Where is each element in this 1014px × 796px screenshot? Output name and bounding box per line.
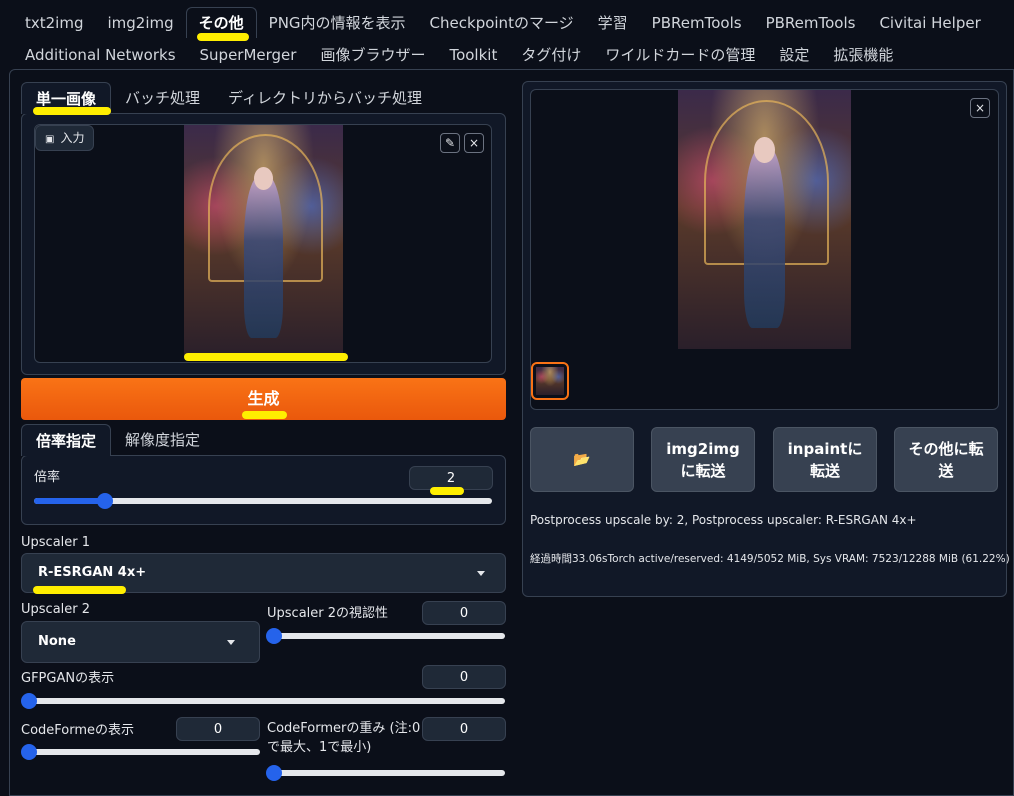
upscaler2-visibility-thumb[interactable]	[266, 628, 282, 644]
tab-png-info[interactable]: PNG内の情報を表示	[257, 8, 418, 38]
tab-civitai-helper[interactable]: Civitai Helper	[867, 8, 992, 38]
input-label: ▣ 入力	[35, 125, 95, 151]
input-label-text: 入力	[60, 131, 85, 145]
open-folder-button[interactable]: 📂	[530, 427, 634, 492]
chevron-down-icon	[477, 571, 485, 576]
edit-icon[interactable]: ✎	[440, 133, 460, 153]
image-icon: ▣	[45, 134, 55, 145]
image-figure	[244, 176, 283, 339]
tab-supermerger[interactable]: SuperMerger	[188, 40, 309, 70]
folder-icon: 📂	[573, 451, 591, 468]
generate-button[interactable]: 生成	[21, 378, 506, 420]
tab-toolkit[interactable]: Toolkit	[437, 40, 509, 70]
upscaler2-visibility-input[interactable]: 0	[422, 601, 506, 625]
upscaler2-label: Upscaler 2	[21, 602, 91, 617]
tab-scale-by[interactable]: 倍率指定	[21, 424, 112, 456]
tab-pbremtools-1[interactable]: PBRemTools	[640, 8, 754, 38]
scale-slider-fill	[34, 498, 105, 504]
tab-image-browser[interactable]: 画像ブラウザー	[308, 40, 437, 70]
tab-extensions[interactable]: 拡張機能	[821, 40, 905, 70]
codeformer-weight-input[interactable]: 0	[422, 717, 506, 741]
chevron-down-icon	[227, 640, 235, 645]
scale-slider-thumb[interactable]	[97, 493, 113, 509]
upscaler2-visibility-label: Upscaler 2の視認性	[267, 606, 389, 621]
codeformer-visibility-input[interactable]: 0	[176, 717, 260, 741]
source-tabs: 単一画像 バッチ処理 ディレクトリからバッチ処理	[21, 82, 436, 114]
tab-scale-to[interactable]: 解像度指定	[111, 424, 214, 456]
tab-additional-networks[interactable]: Additional Networks	[13, 40, 188, 70]
thumbnail-image	[536, 367, 564, 395]
tab-tagger[interactable]: タグ付け	[509, 40, 593, 70]
codeformer-weight-thumb[interactable]	[266, 765, 282, 781]
tab-batch-process[interactable]: バッチ処理	[111, 82, 214, 114]
tab-checkpoint-merger[interactable]: Checkpointのマージ	[418, 8, 586, 38]
input-image	[184, 125, 343, 357]
close-icon[interactable]: ×	[464, 133, 484, 153]
send-to-extras-button[interactable]: その他に転 送	[894, 427, 998, 492]
tab-txt2img[interactable]: txt2img	[13, 8, 95, 38]
generate-label: 生成	[247, 389, 280, 408]
scale-slider[interactable]	[34, 493, 492, 509]
upscaler2-visibility-slider[interactable]	[266, 628, 505, 644]
tab-single-image[interactable]: 単一画像	[21, 82, 112, 114]
upscaler2-value: None	[38, 634, 76, 649]
gfpgan-slider[interactable]	[21, 693, 505, 709]
thumbnail-selected[interactable]	[531, 362, 569, 400]
codeformer-visibility-thumb[interactable]	[21, 744, 37, 760]
upscaler1-dropdown[interactable]: R-ESRGAN 4x+	[21, 553, 506, 593]
codeformer-visibility-label: CodeFormeの表示	[21, 723, 135, 738]
output-image-head	[754, 136, 775, 163]
codeformer-weight-slider[interactable]	[266, 765, 505, 781]
gfpgan-label: GFPGANの表示	[21, 671, 115, 686]
timing-info: 経過時間33.06sTorch active/reserved: 4149/50…	[530, 553, 1010, 565]
tab-batch-from-directory[interactable]: ディレクトリからバッチ処理	[214, 82, 436, 114]
upscaler1-label: Upscaler 1	[21, 535, 91, 550]
output-image-figure	[743, 146, 786, 329]
send-to-inpaint-button[interactable]: inpaintに 転送	[773, 427, 877, 492]
scale-label: 倍率	[34, 470, 61, 485]
tab-img2img[interactable]: img2img	[95, 8, 185, 38]
tab-wildcards[interactable]: ワイルドカードの管理	[593, 40, 767, 70]
main-tabs-row2: Additional Networks SuperMerger 画像ブラウザー …	[13, 40, 905, 70]
tab-train[interactable]: 学習	[586, 8, 640, 38]
generation-info: Postprocess upscale by: 2, Postprocess u…	[530, 513, 917, 527]
main-tabs-row1: txt2img img2img その他 PNG内の情報を表示 Checkpoin…	[13, 7, 993, 38]
scale-input[interactable]: 2	[409, 466, 493, 490]
upscaler2-dropdown[interactable]: None	[21, 621, 260, 663]
tab-pbremtools-2[interactable]: PBRemTools	[754, 8, 868, 38]
send-to-img2img-button[interactable]: img2img に転送	[651, 427, 755, 492]
output-image[interactable]	[678, 90, 851, 349]
upscaler1-value: R-ESRGAN 4x+	[38, 565, 147, 580]
image-head	[253, 166, 274, 190]
tab-settings[interactable]: 設定	[767, 40, 821, 70]
codeformer-weight-label: CodeFormerの重み (注:0で最大、1で最小)	[267, 721, 421, 755]
close-icon[interactable]: ×	[970, 98, 990, 118]
gfpgan-input[interactable]: 0	[422, 665, 506, 689]
codeformer-visibility-slider[interactable]	[21, 744, 260, 760]
tab-extras[interactable]: その他	[185, 7, 257, 38]
resize-tabs: 倍率指定 解像度指定	[21, 424, 214, 456]
gfpgan-thumb[interactable]	[21, 693, 37, 709]
